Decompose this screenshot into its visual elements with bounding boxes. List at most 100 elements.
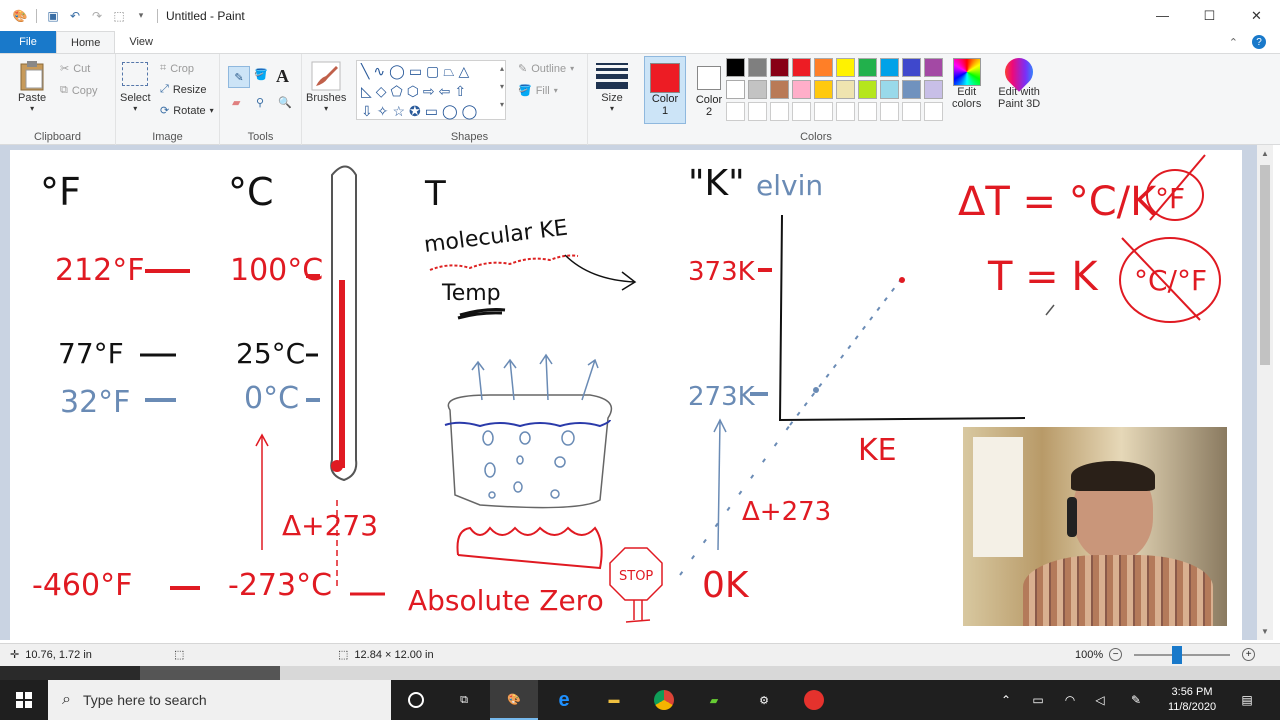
new-icon[interactable]: ⬚: [111, 8, 127, 24]
copy-button[interactable]: ⧉ Copy: [60, 84, 98, 97]
custom-color-slot[interactable]: [858, 102, 877, 121]
screen-recorder-icon[interactable]: [790, 680, 838, 720]
palette-swatch[interactable]: [858, 58, 877, 77]
brushes-dropdown-icon[interactable]: ▾: [324, 104, 328, 113]
select-button[interactable]: Select ▾: [120, 62, 151, 113]
fill-tool[interactable]: 🪣: [254, 68, 268, 81]
custom-color-slot[interactable]: [924, 102, 943, 121]
palette-swatch[interactable]: [902, 58, 921, 77]
file-explorer-icon[interactable]: ▬: [590, 680, 638, 720]
chrome-icon[interactable]: [640, 680, 688, 720]
pencil-tool[interactable]: ✎: [228, 66, 250, 88]
outline-button[interactable]: ✎ Outline ▾: [518, 62, 574, 76]
volume-icon[interactable]: ◁: [1090, 680, 1110, 720]
resize-button[interactable]: ⤢ Resize: [160, 83, 206, 96]
show-hidden-icons-icon[interactable]: ⌃: [996, 680, 1016, 720]
wifi-icon[interactable]: ◠: [1060, 680, 1080, 720]
help-icon[interactable]: ?: [1252, 35, 1266, 49]
task-view-icon[interactable]: ⧉: [440, 680, 488, 720]
undo-icon[interactable]: ↶: [67, 8, 83, 24]
scrollbar-thumb[interactable]: [1260, 165, 1270, 365]
size-button[interactable]: Size ▾: [596, 60, 628, 113]
zoom-slider-thumb[interactable]: [1172, 645, 1183, 664]
paste-button[interactable]: Paste ▾: [18, 60, 46, 113]
taskbar-paint-icon[interactable]: 🎨: [490, 680, 538, 720]
color1-button[interactable]: Color 1: [644, 56, 686, 124]
tab-file[interactable]: File: [0, 31, 56, 53]
custom-color-slot[interactable]: [726, 102, 745, 121]
zoom-in-icon[interactable]: +: [1242, 648, 1256, 661]
palette-swatch[interactable]: [814, 80, 833, 99]
scroll-down-icon[interactable]: ▼: [1261, 627, 1269, 636]
palette-swatch[interactable]: [748, 80, 767, 99]
palette-swatch[interactable]: [792, 58, 811, 77]
save-icon[interactable]: ▣: [45, 8, 61, 24]
rotate-dropdown-icon[interactable]: ▾: [210, 106, 214, 115]
palette-swatch[interactable]: [726, 58, 745, 77]
taskbar-search[interactable]: ⌕ Type here to search: [48, 680, 391, 720]
close-button[interactable]: ✕: [1233, 0, 1280, 31]
tab-view[interactable]: View: [115, 31, 167, 53]
custom-color-slot[interactable]: [748, 102, 767, 121]
battery-icon[interactable]: ▭: [1028, 680, 1048, 720]
palette-swatch[interactable]: [836, 80, 855, 99]
cortana-icon[interactable]: [392, 680, 440, 720]
color-picker-tool[interactable]: ⚲: [256, 96, 264, 109]
palette-swatch[interactable]: [924, 80, 943, 99]
tab-home[interactable]: Home: [56, 31, 116, 53]
text-tool[interactable]: A: [276, 66, 289, 87]
palette-swatch[interactable]: [814, 58, 833, 77]
shapes-scroll[interactable]: ▴ ▾ ▾: [500, 60, 504, 114]
palette-swatch[interactable]: [880, 58, 899, 77]
palette-swatch[interactable]: [748, 58, 767, 77]
clock[interactable]: 3:56 PM 11/8/2020: [1158, 680, 1226, 720]
custom-color-slot[interactable]: [880, 102, 899, 121]
collapse-ribbon-icon[interactable]: ⌃: [1229, 36, 1238, 49]
app-icon[interactable]: ▰: [690, 680, 738, 720]
rotate-button[interactable]: ⟳ Rotate ▾: [160, 104, 214, 118]
zoom-slider[interactable]: [1134, 645, 1231, 664]
custom-color-slot[interactable]: [836, 102, 855, 121]
edit-paint3d-button[interactable]: Edit with Paint 3D: [998, 52, 1040, 110]
palette-swatch[interactable]: [770, 80, 789, 99]
palette-swatch[interactable]: [924, 58, 943, 77]
eraser-tool[interactable]: ▰: [232, 96, 240, 109]
custom-color-slot[interactable]: [814, 102, 833, 121]
edge-icon[interactable]: e: [540, 680, 588, 720]
palette-swatch[interactable]: [858, 80, 877, 99]
cut-button[interactable]: ✂ Cut: [60, 62, 90, 76]
thermometer-bulb: [331, 460, 343, 472]
fill-button[interactable]: 🪣 Fill ▾: [518, 84, 558, 98]
vertical-scrollbar[interactable]: ▲ ▼: [1257, 145, 1273, 640]
drawing-canvas[interactable]: °F °C T molecular KE Temp "K" elvin ΔT =…: [10, 150, 1242, 640]
select-dropdown-icon[interactable]: ▾: [133, 104, 137, 113]
custom-color-slot[interactable]: [902, 102, 921, 121]
minimize-button[interactable]: —: [1139, 0, 1186, 31]
start-button[interactable]: [0, 680, 48, 720]
pen-icon[interactable]: ✎: [1126, 680, 1146, 720]
palette-swatch[interactable]: [880, 80, 899, 99]
shapes-gallery[interactable]: ╲∿◯▭▢⏢△ ◺◇⬠⬡⇨⇦⇧ ⇩✧☆✪▭◯◯: [356, 60, 506, 120]
crop-button[interactable]: ⌗ Crop: [160, 62, 194, 75]
scroll-up-icon[interactable]: ▲: [1261, 149, 1269, 158]
palette-swatch[interactable]: [836, 58, 855, 77]
maximize-button[interactable]: ☐: [1186, 0, 1233, 31]
palette-swatch[interactable]: [770, 58, 789, 77]
molecular-ke-label: molecular KE: [423, 216, 570, 258]
palette-swatch[interactable]: [902, 80, 921, 99]
notifications-icon[interactable]: ▤: [1236, 680, 1258, 720]
brushes-button[interactable]: Brushes ▾: [306, 60, 346, 113]
zoom-out-icon[interactable]: −: [1109, 648, 1123, 661]
customize-dropdown-icon[interactable]: ▾: [133, 8, 149, 24]
palette-swatch[interactable]: [726, 80, 745, 99]
size-dropdown-icon[interactable]: ▾: [610, 104, 614, 113]
magnifier-tool[interactable]: 🔍: [278, 96, 292, 109]
palette-swatch[interactable]: [792, 80, 811, 99]
edit-colors-button[interactable]: Edit colors: [952, 58, 981, 110]
settings-gear-icon[interactable]: ⚙: [740, 680, 788, 720]
custom-color-slot[interactable]: [792, 102, 811, 121]
custom-color-slot[interactable]: [770, 102, 789, 121]
redo-icon[interactable]: ↷: [89, 8, 105, 24]
color2-button[interactable]: Color 2: [688, 56, 730, 124]
paste-dropdown-icon[interactable]: ▾: [30, 104, 34, 113]
